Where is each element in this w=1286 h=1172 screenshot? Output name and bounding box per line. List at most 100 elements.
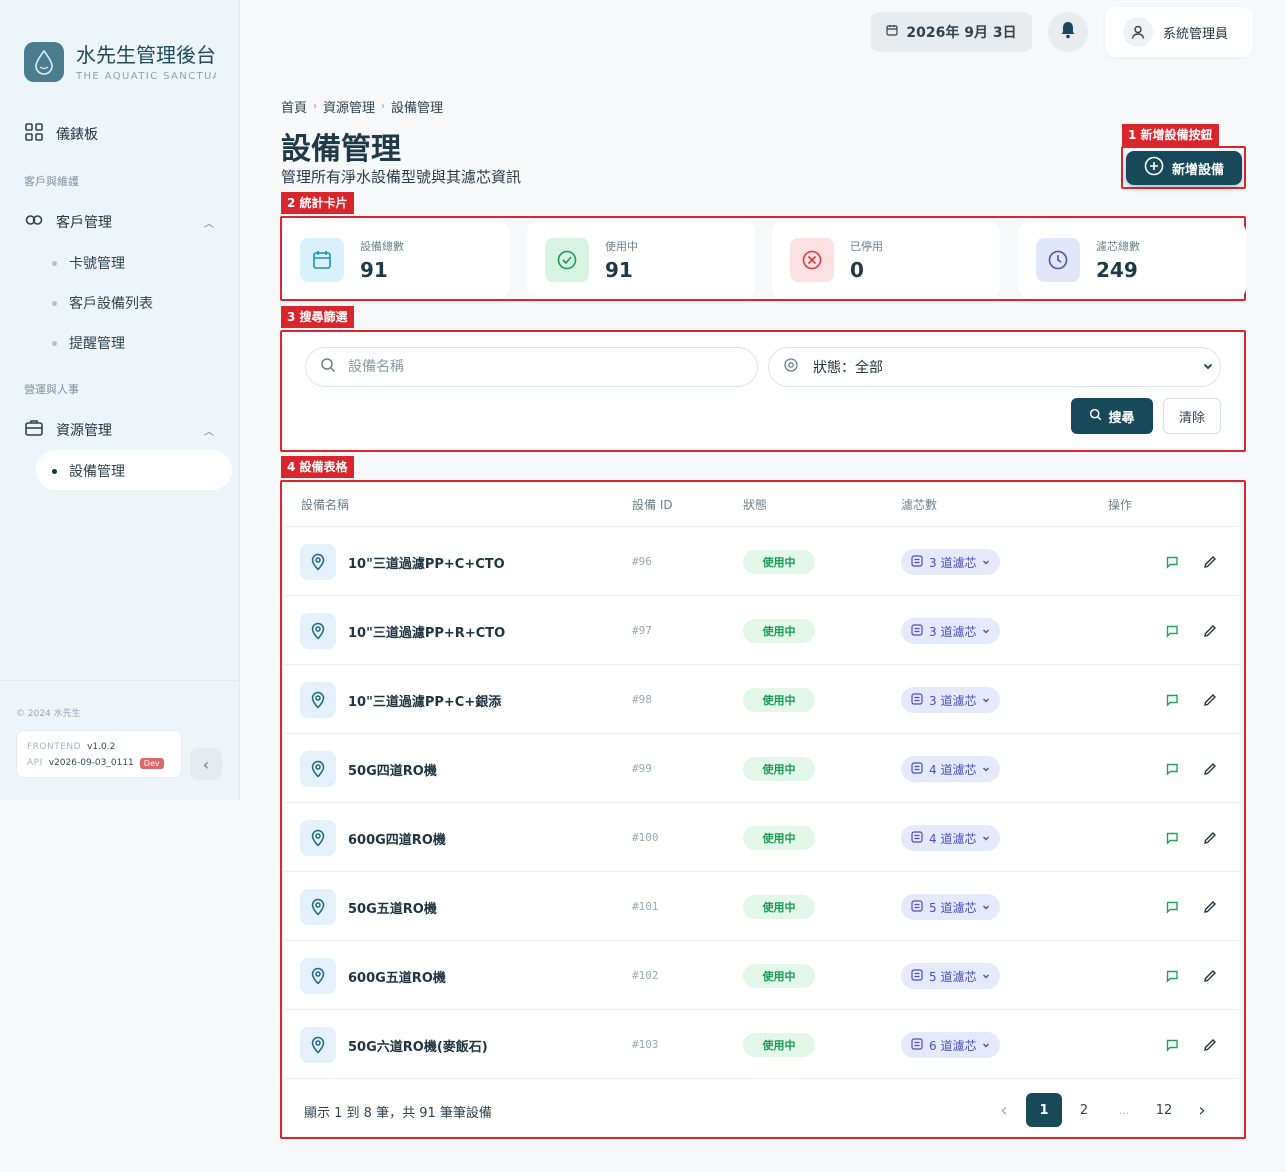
device-name: 10"三道過濾PP+C+銀添 xyxy=(348,695,502,710)
filter-count-dropdown[interactable]: 5 道濾芯 xyxy=(901,963,1001,989)
status-badge: 使用中 xyxy=(743,826,815,850)
edit-pencil-icon[interactable] xyxy=(1200,897,1220,917)
table-row[interactable]: 600G五道RO機 #102 使用中 5 道濾芯 xyxy=(284,941,1242,1010)
chevron-down-icon xyxy=(982,624,990,638)
pagination-next-button[interactable]: › xyxy=(1190,1093,1214,1127)
pagination-prev-button[interactable]: ‹ xyxy=(992,1093,1016,1127)
clear-button[interactable]: 清除 xyxy=(1163,398,1221,434)
search-input[interactable] xyxy=(348,359,728,375)
annotation-label-add-button: 1 新增設備按鈕 xyxy=(1122,124,1219,146)
filter-count-dropdown[interactable]: 4 道濾芯 xyxy=(901,756,1001,782)
edit-pencil-icon[interactable] xyxy=(1200,690,1220,710)
collapse-sidebar-button[interactable]: ‹ xyxy=(190,748,222,780)
device-name: 600G五道RO機 xyxy=(348,971,446,986)
sidebar-subitem-card-management[interactable]: 卡號管理 xyxy=(52,253,125,273)
status-select-value: 狀態：全部 xyxy=(813,360,883,376)
device-name: 10"三道過濾PP+R+CTO xyxy=(348,626,506,641)
device-id: #98 xyxy=(632,693,652,706)
table-row[interactable]: 10"三道過濾PP+C+CTO #96 使用中 3 道濾芯 xyxy=(284,527,1242,596)
filter-count-dropdown[interactable]: 6 道濾芯 xyxy=(901,1032,1001,1058)
filter-count-dropdown[interactable]: 4 道濾芯 xyxy=(901,825,1001,851)
water-drop-logo-icon xyxy=(24,42,64,82)
message-icon[interactable] xyxy=(1162,621,1182,641)
table-row[interactable]: 600G四道RO機 #100 使用中 4 道濾芯 xyxy=(284,803,1242,872)
sidebar-item-label: 客戶管理 xyxy=(56,215,112,231)
device-id: #101 xyxy=(632,900,659,913)
location-pin-icon xyxy=(300,958,336,994)
pagination-page-12[interactable]: 12 xyxy=(1146,1093,1182,1127)
api-version: v2026-09-03_0111 xyxy=(48,758,134,768)
table-row[interactable]: 50G四道RO機 #99 使用中 4 道濾芯 xyxy=(284,734,1242,803)
edit-pencil-icon[interactable] xyxy=(1200,1035,1220,1055)
edit-pencil-icon[interactable] xyxy=(1200,552,1220,572)
calendar-icon xyxy=(886,24,898,40)
table-row[interactable]: 50G六道RO機(麥飯石) #103 使用中 6 道濾芯 xyxy=(284,1010,1242,1079)
pagination-ellipsis: ... xyxy=(1118,1103,1130,1117)
sidebar-item-dashboard[interactable]: 儀錶板 xyxy=(24,122,98,146)
search-button[interactable]: 搜尋 xyxy=(1071,398,1153,434)
filter-count-dropdown[interactable]: 3 道濾芯 xyxy=(901,618,1001,644)
message-icon[interactable] xyxy=(1162,690,1182,710)
status-badge: 使用中 xyxy=(743,688,815,712)
notifications-button[interactable] xyxy=(1048,12,1088,52)
sidebar: 水先生管理後台 THE AQUATIC SANCTUARY 儀錶板 客戶與維護 … xyxy=(0,0,240,800)
device-name: 50G四道RO機 xyxy=(348,764,437,779)
pagination-page-1[interactable]: 1 xyxy=(1026,1093,1062,1127)
search-field[interactable] xyxy=(305,347,758,387)
location-pin-icon xyxy=(300,682,336,718)
message-icon[interactable] xyxy=(1162,759,1182,779)
table-row[interactable]: 50G五道RO機 #101 使用中 5 道濾芯 xyxy=(284,872,1242,941)
message-icon[interactable] xyxy=(1162,897,1182,917)
message-icon[interactable] xyxy=(1162,552,1182,572)
brand-title: 水先生管理後台 xyxy=(76,42,216,67)
edit-pencil-icon[interactable] xyxy=(1200,621,1220,641)
device-name: 600G四道RO機 xyxy=(348,833,446,848)
brand[interactable]: 水先生管理後台 THE AQUATIC SANCTUARY xyxy=(24,42,216,82)
link-rings-icon xyxy=(24,210,44,234)
search-icon xyxy=(1089,408,1102,425)
edit-pencil-icon[interactable] xyxy=(1200,966,1220,986)
user-menu[interactable]: 系統管理員 xyxy=(1105,7,1253,57)
message-icon[interactable] xyxy=(1162,828,1182,848)
filter-count-dropdown[interactable]: 5 道濾芯 xyxy=(901,894,1001,920)
filter-count-label: 3 道濾芯 xyxy=(929,555,977,570)
sidebar-subitem-device-management[interactable]: 設備管理 xyxy=(52,461,125,481)
filter-count-label: 5 道濾芯 xyxy=(929,900,977,915)
column-header-filters[interactable]: 濾芯數 xyxy=(901,496,937,513)
briefcase-icon xyxy=(24,418,44,442)
chevron-left-icon: ‹ xyxy=(202,754,210,774)
sidebar-subitem-reminder-management[interactable]: 提醒管理 xyxy=(52,333,125,353)
filter-count-dropdown[interactable]: 3 道濾芯 xyxy=(901,687,1001,713)
copyright: © 2024 水先生 xyxy=(16,709,81,719)
date-display[interactable]: 2026年 9月 3日 xyxy=(871,12,1032,52)
filter-count-label: 3 道濾芯 xyxy=(929,693,977,708)
location-pin-icon xyxy=(300,1027,336,1063)
edit-pencil-icon[interactable] xyxy=(1200,759,1220,779)
stat-value: 91 xyxy=(360,258,388,282)
column-header-name[interactable]: 設備名稱 xyxy=(301,496,349,513)
edit-pencil-icon[interactable] xyxy=(1200,828,1220,848)
message-icon[interactable] xyxy=(1162,1035,1182,1055)
chevron-up-icon[interactable]: ︿ xyxy=(204,215,214,230)
sidebar-item-resource-management[interactable]: 資源管理 ︿ xyxy=(24,418,224,442)
filter-count-dropdown[interactable]: 3 道濾芯 xyxy=(901,549,1001,575)
message-icon[interactable] xyxy=(1162,966,1182,986)
status-select[interactable]: 狀態：全部 xyxy=(768,347,1221,387)
chevron-up-icon[interactable]: ︿ xyxy=(204,423,214,438)
annotation-label-search: 3 搜尋篩選 xyxy=(281,306,354,328)
pagination-page-2[interactable]: 2 xyxy=(1066,1093,1102,1127)
sidebar-subitem-customer-devices[interactable]: 客戶設備列表 xyxy=(52,293,153,313)
column-header-status[interactable]: 狀態 xyxy=(743,496,767,513)
table-row[interactable]: 10"三道過濾PP+C+銀添 #98 使用中 3 道濾芯 xyxy=(284,665,1242,734)
list-icon xyxy=(911,692,923,708)
column-header-id[interactable]: 設備 ID xyxy=(632,496,673,513)
table-row[interactable]: 10"三道過濾PP+R+CTO #97 使用中 3 道濾芯 xyxy=(284,596,1242,665)
sidebar-item-customer-management[interactable]: 客戶管理 ︿ xyxy=(24,210,224,234)
date-text: 2026年 9月 3日 xyxy=(906,25,1017,41)
breadcrumb-home[interactable]: 首頁 xyxy=(281,97,307,116)
add-device-button[interactable]: 新增設備 xyxy=(1126,151,1242,185)
stat-card-active: 使用中 91 xyxy=(527,222,755,298)
stat-value: 0 xyxy=(850,258,864,282)
breadcrumb-resource[interactable]: 資源管理 xyxy=(323,97,375,116)
clock-icon xyxy=(1036,238,1080,282)
